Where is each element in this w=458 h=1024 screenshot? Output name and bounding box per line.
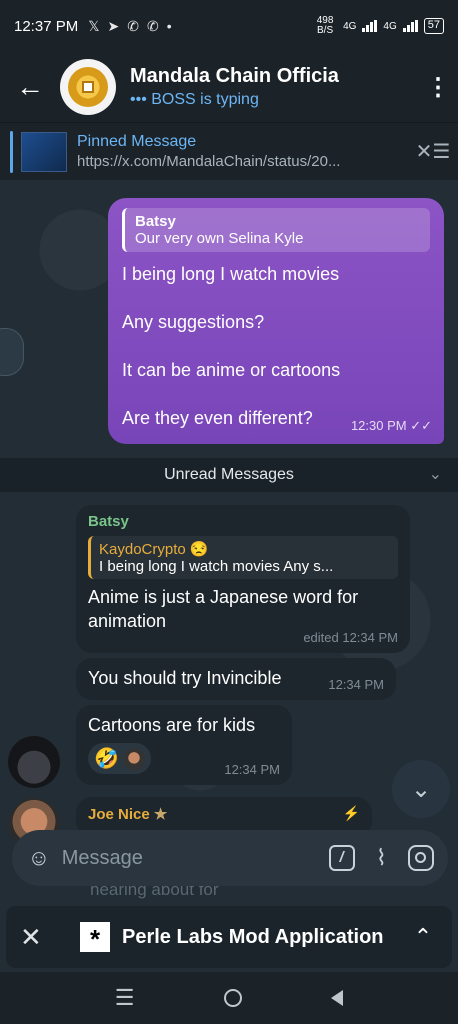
reaction-chip[interactable]: 🤣 bbox=[88, 743, 151, 774]
status-time: 12:37 PM bbox=[14, 17, 79, 35]
laughing-emoji-icon: 🤣 bbox=[94, 748, 119, 770]
message-time: 12:30 PM ✓✓ bbox=[350, 418, 432, 433]
scroll-to-bottom-button[interactable]: ⌄ bbox=[392, 760, 450, 818]
pinned-list-icon[interactable]: ✕☰ bbox=[408, 139, 458, 164]
status-right: 498 B/S 4G 4G 57 bbox=[313, 16, 444, 36]
quoted-reply[interactable]: KaydoCrypto 😒 I being long I watch movie… bbox=[88, 536, 398, 579]
message-text: Cartoons are for kids bbox=[88, 715, 256, 735]
telegram-icon: ➤ bbox=[107, 17, 120, 34]
incoming-message[interactable]: Batsy KaydoCrypto 😒 I being long I watch… bbox=[76, 505, 410, 653]
batsy-avatar[interactable] bbox=[8, 736, 60, 788]
sender-name[interactable]: Joe Nice bbox=[88, 806, 150, 823]
chevron-up-icon[interactable]: ⌃ bbox=[408, 924, 438, 950]
system-nav-bar: ☰ bbox=[0, 972, 458, 1024]
message-time: 12:34 PM bbox=[224, 762, 280, 777]
network-1-label: 4G bbox=[343, 20, 357, 32]
incoming-message[interactable]: You should try Invincible 12:34 PM bbox=[76, 658, 396, 700]
reactor-avatar bbox=[122, 747, 145, 770]
recents-icon[interactable]: ☰ bbox=[115, 985, 135, 1011]
camera-icon[interactable] bbox=[406, 841, 436, 875]
message-time: 12:34 PM bbox=[328, 677, 384, 692]
sender-name[interactable]: Batsy bbox=[88, 513, 398, 530]
pinned-indicator bbox=[10, 130, 13, 173]
pinned-title: Pinned Message bbox=[77, 133, 197, 150]
chat-title: Mandala Chain Officia bbox=[130, 65, 339, 87]
mini-app-title: Perle Labs Mod Application bbox=[122, 925, 384, 948]
pinned-thumbnail bbox=[21, 131, 67, 172]
whatsapp-icon: ✆ bbox=[146, 17, 159, 34]
reply-preview[interactable]: Batsy Our very own Selina Kyle bbox=[122, 208, 430, 252]
unread-label: Unread Messages bbox=[164, 466, 294, 483]
chat-header: ← Mandala Chain Officia ••• BOSS is typi… bbox=[0, 52, 458, 122]
incoming-message[interactable]: Cartoons are for kids 🤣 12:34 PM bbox=[76, 705, 292, 785]
star-badge-icon: ★ bbox=[153, 806, 168, 823]
message-line: Any suggestions? bbox=[122, 312, 265, 332]
signal-icon bbox=[362, 20, 378, 32]
message-line: I being long I watch movies bbox=[122, 264, 340, 284]
close-icon[interactable]: ✕ bbox=[20, 922, 60, 953]
whatsapp-icon: ✆ bbox=[127, 17, 139, 34]
side-voice-bubble[interactable] bbox=[0, 328, 24, 376]
sticker-icon[interactable]: ☺ bbox=[24, 841, 54, 875]
outgoing-message[interactable]: Batsy Our very own Selina Kyle I being l… bbox=[108, 198, 444, 444]
chat-avatar[interactable] bbox=[60, 59, 116, 115]
back-icon[interactable] bbox=[331, 990, 344, 1006]
data-rate: 498 B/S bbox=[316, 15, 334, 36]
back-arrow-icon[interactable]: ← bbox=[0, 71, 60, 103]
mini-app-bar[interactable]: ✕ * Perle Labs Mod Application ⌃ bbox=[6, 906, 452, 968]
notification-icons: 𝕏 ➤ ✆ ✆ • bbox=[88, 18, 171, 35]
bot-commands-icon[interactable]: / bbox=[327, 841, 357, 875]
dot-icon: • bbox=[166, 18, 172, 34]
attach-icon[interactable]: ⌇ bbox=[367, 841, 397, 875]
battery-icon: 57 bbox=[423, 18, 444, 34]
x-icon: 𝕏 bbox=[88, 17, 100, 34]
home-icon[interactable] bbox=[223, 989, 242, 1007]
quoted-text: I being long I watch movies Any s... bbox=[99, 558, 334, 575]
message-time: edited 12:34 PM bbox=[303, 630, 398, 645]
message-text: Anime is just a Japanese word for animat… bbox=[88, 587, 359, 631]
message-line: It can be anime or cartoons bbox=[122, 360, 341, 380]
message-composer: ☺ / ⌇ bbox=[12, 830, 448, 886]
bolt-icon: ⚡ bbox=[342, 805, 360, 821]
message-input[interactable] bbox=[61, 846, 327, 870]
more-menu-icon[interactable]: ⋮ bbox=[418, 73, 458, 102]
chat-title-block[interactable]: Mandala Chain Officia ••• BOSS is typing bbox=[130, 65, 418, 109]
typing-status: ••• BOSS is typing bbox=[130, 91, 259, 108]
unread-divider: Unread Messages ⌄ bbox=[0, 458, 458, 492]
status-bar: 12:37 PM 𝕏 ➤ ✆ ✆ • 498 B/S 4G 4G 57 bbox=[0, 0, 458, 52]
coin-logo-icon bbox=[68, 67, 108, 107]
pinned-message-bar[interactable]: Pinned Message https://x.com/MandalaChai… bbox=[0, 122, 458, 180]
pinned-link: https://x.com/MandalaChain/status/20... bbox=[77, 153, 341, 170]
app-logo-icon: * bbox=[80, 922, 110, 954]
network-2-label: 4G bbox=[383, 20, 397, 32]
quoted-sender: KaydoCrypto 😒 bbox=[99, 541, 209, 558]
reply-text: Our very own Selina Kyle bbox=[135, 230, 304, 247]
signal-icon bbox=[402, 20, 418, 32]
reply-sender: Batsy bbox=[135, 213, 176, 230]
pinned-text-block: Pinned Message https://x.com/MandalaChai… bbox=[77, 133, 408, 170]
chevron-down-icon[interactable]: ⌄ bbox=[429, 458, 442, 492]
